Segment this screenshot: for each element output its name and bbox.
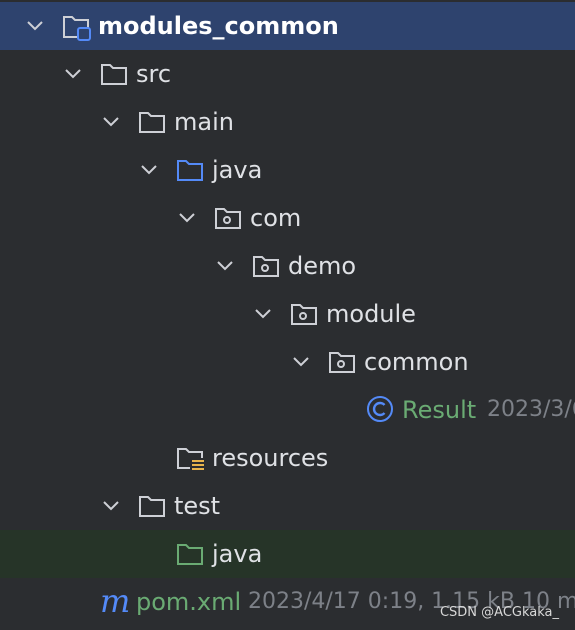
tree-label: common bbox=[364, 348, 469, 376]
tree-row-demo[interactable]: demo bbox=[0, 242, 575, 290]
tree-row-module[interactable]: module bbox=[0, 290, 575, 338]
chevron-down-icon[interactable] bbox=[62, 63, 84, 85]
tree-label: java bbox=[212, 156, 263, 184]
tree-label: module bbox=[326, 300, 416, 328]
tree-row-test[interactable]: test bbox=[0, 482, 575, 530]
module-folder-icon bbox=[62, 13, 91, 41]
tree-row-com[interactable]: com bbox=[0, 194, 575, 242]
tree-label: Result bbox=[402, 396, 477, 424]
tree-label: java bbox=[212, 540, 263, 568]
tree-label: src bbox=[136, 60, 172, 88]
file-meta: 2023/3/6 bbox=[487, 397, 575, 422]
source-folder-icon bbox=[176, 157, 204, 183]
tree-label: demo bbox=[288, 252, 357, 280]
package-icon bbox=[328, 349, 356, 375]
watermark: CSDN @ACGkaka_ bbox=[439, 605, 559, 620]
tree-row-modules-common[interactable]: modules_common bbox=[0, 2, 575, 50]
folder-icon bbox=[138, 493, 166, 519]
chevron-down-icon[interactable] bbox=[100, 495, 122, 517]
tree-row-java-source[interactable]: java bbox=[0, 146, 575, 194]
tree-label: main bbox=[174, 108, 234, 136]
folder-icon bbox=[138, 109, 166, 135]
chevron-down-icon[interactable] bbox=[176, 207, 198, 229]
tree-row-java-test[interactable]: java bbox=[0, 530, 575, 578]
tree-row-resources[interactable]: resources bbox=[0, 434, 575, 482]
java-class-icon bbox=[366, 395, 394, 422]
maven-icon: m bbox=[100, 582, 131, 620]
resources-folder-icon bbox=[176, 445, 205, 472]
folder-icon bbox=[100, 61, 128, 87]
chevron-down-icon[interactable] bbox=[214, 255, 236, 277]
chevron-down-icon[interactable] bbox=[100, 111, 122, 133]
chevron-down-icon[interactable] bbox=[252, 303, 274, 325]
package-icon bbox=[252, 253, 280, 279]
test-folder-icon bbox=[176, 541, 204, 567]
package-icon bbox=[214, 205, 242, 231]
tree-row-src[interactable]: src bbox=[0, 50, 575, 98]
tree-row-main[interactable]: main bbox=[0, 98, 575, 146]
tree-label: resources bbox=[212, 444, 329, 472]
tree-row-result[interactable]: Result 2023/3/6 bbox=[0, 386, 575, 434]
chevron-down-icon[interactable] bbox=[290, 351, 312, 373]
tree-label: com bbox=[250, 204, 302, 232]
chevron-down-icon[interactable] bbox=[138, 159, 160, 181]
tree-row-common[interactable]: common bbox=[0, 338, 575, 386]
chevron-down-icon[interactable] bbox=[24, 15, 46, 37]
package-icon bbox=[290, 301, 318, 327]
tree-label: modules_common bbox=[98, 12, 339, 40]
tree-label: pom.xml bbox=[136, 588, 242, 616]
tree-label: test bbox=[174, 492, 221, 520]
